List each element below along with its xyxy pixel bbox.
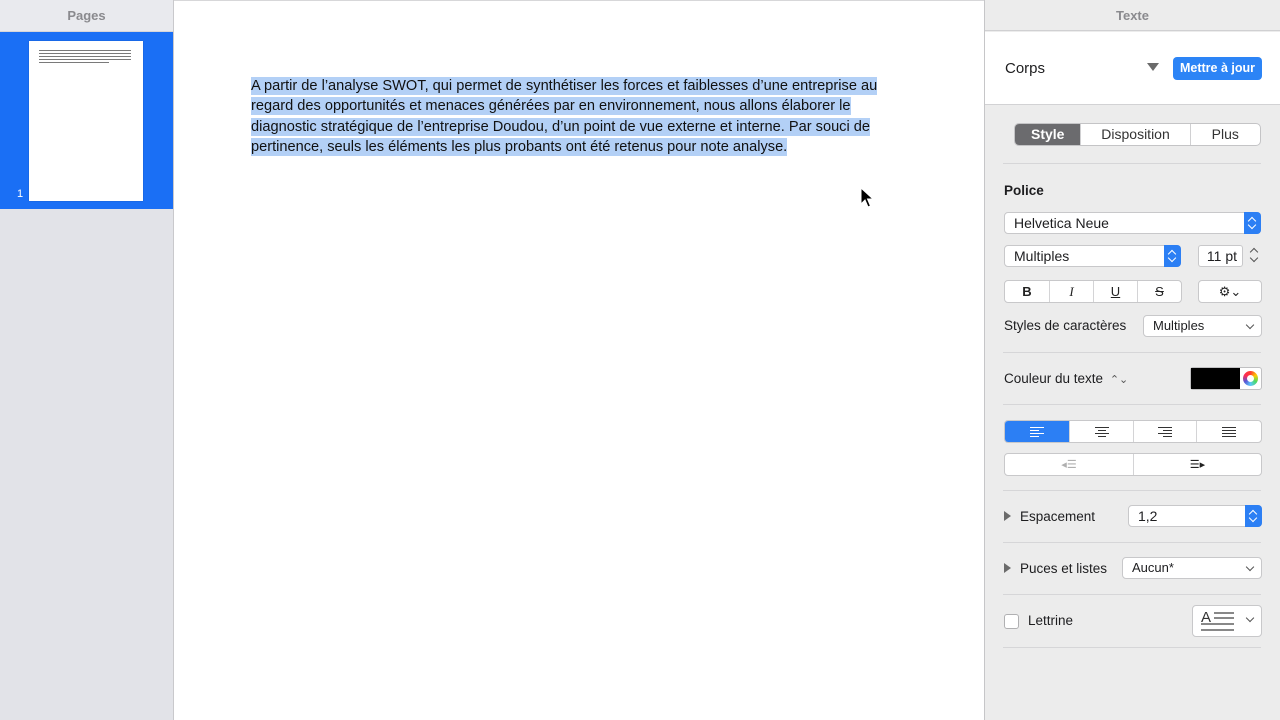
divider [1003,352,1261,353]
align-center-button[interactable] [1069,421,1133,442]
document-canvas[interactable]: A partir de l’analyse SWOT, qui permet d… [174,0,984,720]
selected-paragraph[interactable]: A partir de l’analyse SWOT, qui permet d… [251,77,878,157]
divider [1003,542,1261,543]
text-color-label[interactable]: Couleur du texte ⌃⌄ [1004,371,1128,386]
char-styles-value: Multiples [1153,318,1205,333]
bold-button[interactable]: B [1005,281,1049,302]
increase-indent-icon: ☰▸ [1189,459,1206,471]
sidebar-title: Pages [0,0,173,32]
dropcap-label: Lettrine [1028,613,1074,628]
align-left-icon [1030,426,1045,437]
tab-plus[interactable]: Plus [1189,124,1260,145]
divider [1003,163,1261,164]
increase-indent-button[interactable]: ☰▸ [1133,454,1261,475]
font-family-select[interactable]: Helvetica Neue [1004,212,1261,234]
spacing-label[interactable]: Espacement [1020,509,1095,524]
dropcap-style-button[interactable]: A [1192,605,1262,637]
inspector-tabs: Style Disposition Plus [1014,123,1261,146]
paragraph-style-area: Corps Mettre à jour [985,32,1280,105]
font-section-label: Police [1004,183,1044,198]
font-style-buttons: B I U S [1004,280,1182,303]
alignment-buttons [1004,420,1262,443]
pages-sidebar: Pages 1 [0,0,174,720]
font-family-stepper-icon [1244,212,1261,234]
disclosure-triangle-icon[interactable] [1004,563,1011,573]
strikethrough-button[interactable]: S [1137,281,1181,302]
align-center-icon [1094,426,1109,437]
typeface-stepper-icon [1164,245,1181,267]
color-wheel-icon[interactable] [1243,371,1258,386]
typeface-select[interactable]: Multiples [1004,245,1181,267]
mouse-pointer-icon [860,187,874,208]
bullets-value: Aucun* [1132,560,1174,575]
text-options-button[interactable]: ⚙︎⌄ [1198,280,1262,303]
divider [1003,594,1261,595]
document-body[interactable]: A partir de l’analyse SWOT, qui permet d… [251,76,906,158]
italic-button[interactable]: I [1049,281,1093,302]
dropcap-checkbox[interactable] [1004,614,1019,629]
divider [1003,404,1261,405]
update-style-button[interactable]: Mettre à jour [1173,57,1262,80]
char-styles-label: Styles de caractères [1004,318,1127,333]
tab-style[interactable]: Style [1015,124,1081,145]
align-justify-button[interactable] [1196,421,1261,442]
decrease-indent-icon: ◂☰ [1061,459,1077,471]
decrease-indent-button[interactable]: ◂☰ [1005,454,1133,475]
bullets-label[interactable]: Puces et listes [1020,561,1107,576]
inspector-title: Texte [985,0,1280,31]
indent-buttons: ◂☰ ☰▸ [1004,453,1262,476]
font-size-field[interactable]: 11 pt [1198,245,1243,267]
divider [1003,490,1261,491]
align-right-button[interactable] [1132,421,1197,442]
color-swatch[interactable] [1191,368,1240,389]
tab-disposition[interactable]: Disposition [1080,124,1189,145]
typeface-value: Multiples [1014,248,1070,264]
text-color-label-text: Couleur du texte [1004,371,1104,386]
spacing-stepper-icon [1245,505,1262,527]
gear-icon: ⚙︎⌄ [1218,283,1242,299]
format-inspector: Texte Corps Mettre à jour Style Disposit… [984,0,1280,720]
font-family-value: Helvetica Neue [1014,215,1109,231]
char-styles-select[interactable]: Multiples [1143,315,1262,337]
underline-button[interactable]: U [1093,281,1137,302]
chevron-down-icon [1245,320,1255,330]
page-thumbnail-row[interactable]: 1 [0,32,173,209]
spacing-value: 1,2 [1138,508,1158,524]
chevron-down-icon [1245,562,1255,572]
spacing-select[interactable]: 1,2 [1128,505,1262,527]
updown-chevron-icon: ⌃⌄ [1109,374,1129,386]
text-color-well[interactable] [1190,367,1262,390]
page-number: 1 [17,188,24,200]
chevron-down-icon [1245,613,1255,623]
disclosure-triangle-icon[interactable] [1004,511,1011,521]
paragraph-style-name[interactable]: Corps [1005,60,1045,77]
page-thumbnail[interactable] [29,41,143,201]
align-right-icon [1158,426,1173,437]
align-justify-icon [1222,426,1237,437]
bullets-select[interactable]: Aucun* [1122,557,1262,579]
align-left-button[interactable] [1005,421,1070,442]
chevron-down-icon[interactable] [1147,63,1159,71]
divider [1003,647,1261,648]
font-size-stepper[interactable] [1249,245,1260,267]
